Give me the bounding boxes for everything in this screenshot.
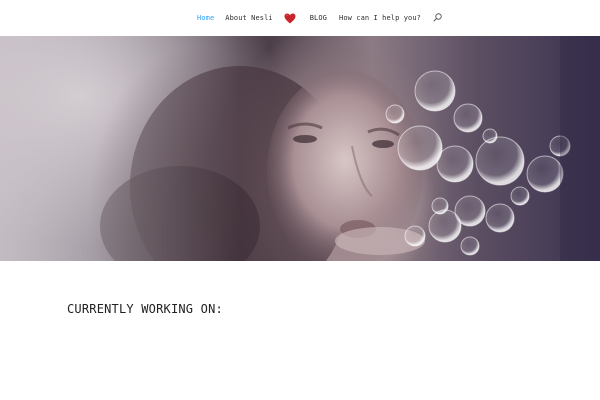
top-navigation-bar: Home About Nesli BLOG How can I help you…	[0, 0, 600, 36]
woman-blowing-bubbles-photo	[0, 36, 600, 261]
nav-item-about-nesli[interactable]: About Nesli	[225, 14, 272, 22]
nav-item-blog[interactable]: BLOG	[310, 14, 327, 22]
hero-image	[0, 36, 600, 261]
currently-working-on-heading: CURRENTLY WORKING ON:	[67, 301, 223, 316]
heart-icon[interactable]	[283, 11, 297, 25]
nav-item-how-can-i-help-you[interactable]: How can I help you?	[339, 14, 421, 22]
main-menu: Home About Nesli BLOG How can I help you…	[197, 8, 443, 28]
nav-item-home[interactable]: Home	[197, 14, 214, 22]
search-icon[interactable]	[433, 13, 443, 23]
